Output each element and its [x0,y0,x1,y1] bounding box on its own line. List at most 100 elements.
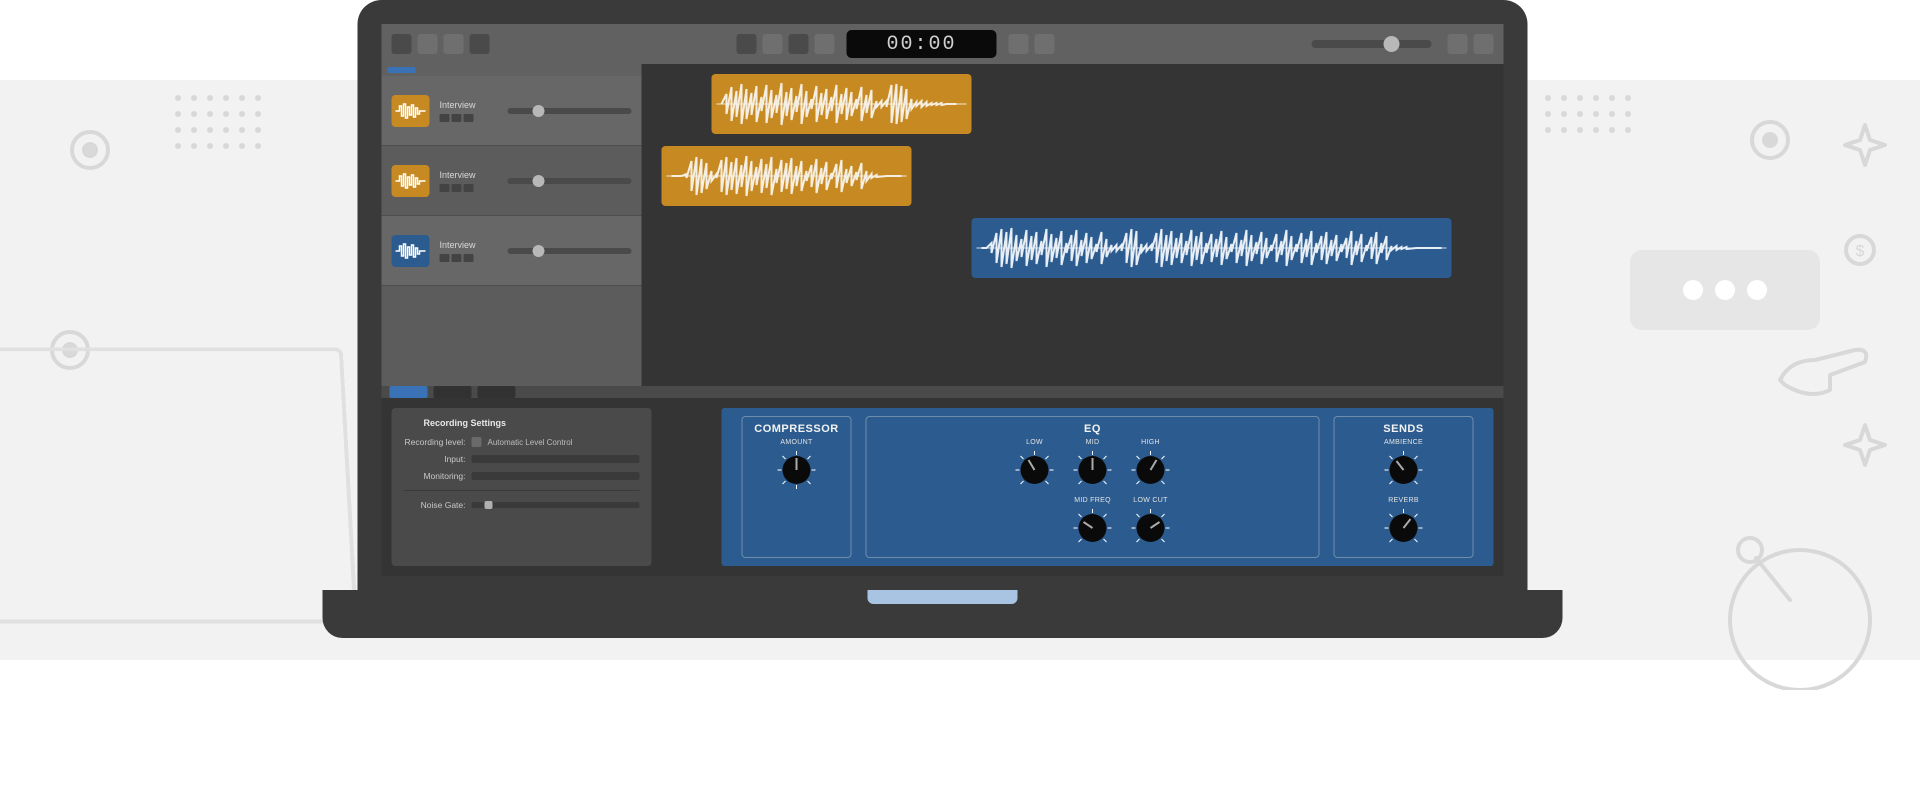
sends-title: SENDS [1383,423,1423,435]
settings-title: Recording Settings [404,418,640,428]
track-icon [392,95,430,127]
track-mute-button[interactable] [440,184,450,192]
track-volume-slider[interactable] [508,248,632,254]
laptop-frame: 00:00 Interview [358,0,1563,638]
send-reverb-knob[interactable] [1383,507,1425,549]
track-name: Interview [440,170,498,180]
arrangement-timeline[interactable] [642,64,1504,386]
audio-clip[interactable] [662,146,912,206]
track-solo-button[interactable] [452,184,462,192]
knob-label: AMOUNT [780,439,812,446]
tab[interactable] [478,386,516,398]
transport-button[interactable] [737,34,757,54]
bottom-panel: Recording Settings Recording level: Auto… [382,386,1504,566]
timecode-display: 00:00 [847,30,997,58]
deco-sparkle-icon [1840,120,1890,170]
track-volume-slider[interactable] [508,178,632,184]
bottom-tabs [382,386,1504,398]
sends-section: SENDS AMBIENCE REVERB [1334,416,1474,558]
effects-rack: COMPRESSOR AMOUNT EQ LOW [722,408,1494,566]
auto-level-label: Automatic Level Control [488,438,573,447]
deco-dial-icon [1700,510,1880,690]
recording-settings-panel: Recording Settings Recording level: Auto… [392,408,652,566]
deco-dollar-icon: $ [1840,230,1880,270]
recording-level-label: Recording level: [404,437,466,447]
toolbar-button[interactable] [470,34,490,54]
transport-button[interactable] [1009,34,1029,54]
audio-clip[interactable] [712,74,972,134]
master-volume-slider[interactable] [1312,40,1432,48]
knob-label: HIGH [1141,439,1160,446]
knob-label: MID FREQ [1074,497,1111,504]
waveform-icon [396,102,426,120]
deco-hand-icon [1770,330,1880,410]
laptop-notch [868,590,1018,604]
compressor-section: COMPRESSOR AMOUNT [742,416,852,558]
svg-text:$: $ [1856,243,1865,260]
deco-chat-bubble [1630,250,1820,330]
track-volume-slider[interactable] [508,108,632,114]
transport-button[interactable] [763,34,783,54]
eq-midfreq-knob[interactable] [1072,507,1114,549]
monitoring-select[interactable] [472,472,640,480]
deco-circle-icon [60,120,120,180]
track-list-panel: Interview Interview [382,64,642,386]
eq-title: EQ [1084,423,1101,435]
track-name: Interview [440,240,498,250]
monitoring-label: Monitoring: [404,471,466,481]
waveform-icon [977,223,1447,273]
transport-button[interactable] [789,34,809,54]
track-icon [392,165,430,197]
track-mute-button[interactable] [440,114,450,122]
eq-lowcut-knob[interactable] [1130,507,1172,549]
deco-circle-icon [1740,110,1800,170]
track-mute-button[interactable] [440,254,450,262]
track-solo-button[interactable] [452,114,462,122]
track-lock-button[interactable] [464,114,474,122]
toolbar-button[interactable] [1448,34,1468,54]
app-window: 00:00 Interview [382,24,1504,566]
noise-gate-slider[interactable] [472,502,640,508]
compressor-title: COMPRESSOR [754,423,838,435]
deco-document [0,347,358,623]
audio-clip[interactable] [972,218,1452,278]
noise-gate-label: Noise Gate: [404,500,466,510]
transport-button[interactable] [1035,34,1055,54]
track-row[interactable]: Interview [382,146,642,216]
track-solo-button[interactable] [452,254,462,262]
waveform-icon [396,242,426,260]
tab[interactable] [434,386,472,398]
eq-high-knob[interactable] [1130,449,1172,491]
input-select[interactable] [472,455,640,463]
track-panel-header [382,64,642,76]
waveform-icon [667,151,907,201]
track-row[interactable]: Interview [382,216,642,286]
track-name: Interview [440,100,498,110]
toolbar-button[interactable] [418,34,438,54]
track-icon [392,235,430,267]
eq-low-knob[interactable] [1014,449,1056,491]
toolbar-button[interactable] [392,34,412,54]
eq-mid-knob[interactable] [1072,449,1114,491]
tab-recording[interactable] [390,386,428,398]
deco-sparkle-icon [1840,420,1890,470]
waveform-icon [396,172,426,190]
knob-label: LOW [1026,439,1043,446]
knob-label: MID [1086,439,1100,446]
knob-label: AMBIENCE [1384,439,1423,446]
toolbar: 00:00 [382,24,1504,64]
compressor-amount-knob[interactable] [776,449,818,491]
deco-dots-icon [170,90,310,180]
toolbar-button[interactable] [444,34,464,54]
recording-level-checkbox[interactable] [472,437,482,447]
track-lock-button[interactable] [464,184,474,192]
transport-button[interactable] [815,34,835,54]
track-lock-button[interactable] [464,254,474,262]
eq-section: EQ LOW MID HIGH MID FREQ LOW CUT [866,416,1320,558]
knob-label: LOW CUT [1133,497,1167,504]
knob-label: REVERB [1388,497,1419,504]
laptop-base [323,590,1563,638]
track-row[interactable]: Interview [382,76,642,146]
toolbar-button[interactable] [1474,34,1494,54]
send-ambience-knob[interactable] [1383,449,1425,491]
